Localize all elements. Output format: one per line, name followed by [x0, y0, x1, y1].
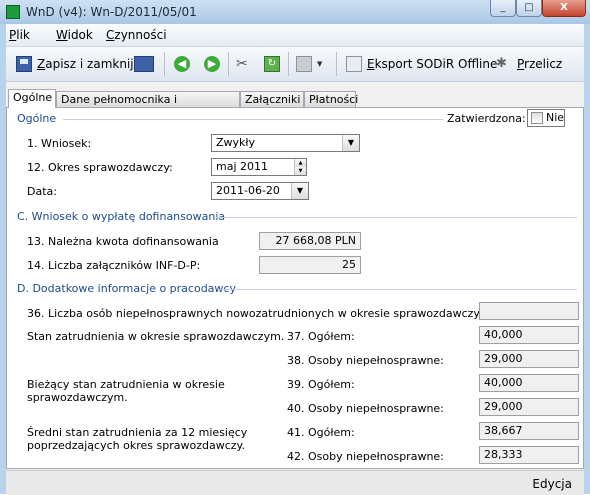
q36-field: [479, 302, 579, 320]
back-button[interactable]: ◀: [174, 54, 195, 74]
section-title-d: D. Dodatkowe informacje o pracodawcy: [17, 282, 236, 295]
recalculate-icon: ✱: [496, 56, 507, 71]
tab-zalaczniki[interactable]: Załączniki: [240, 91, 304, 107]
q40-label: 40. Osoby niepełnosprawne:: [287, 402, 444, 415]
q39-field: 40,000: [479, 374, 579, 392]
approved-label: Zatwierdzona:: [447, 112, 526, 125]
zalaczniki-label: 14. Liczba załączników INF-D-P:: [27, 259, 201, 272]
tab-platnosci[interactable]: Płatności: [304, 91, 358, 107]
tab-ogolne[interactable]: Ogólne: [8, 89, 56, 108]
sredni-label: Średni stan zatrudnienia za 12 miesięcy …: [27, 426, 248, 452]
biezacy-label: Bieżący stan zatrudnienia w okresie spra…: [27, 378, 225, 404]
wniosek-value: Zwykły: [216, 136, 256, 149]
app-icon: [6, 5, 20, 19]
toolbar: Zapisz i zamknij ◀ ▶ ✂ ↻ ▼ Eksport SODiR…: [6, 47, 584, 82]
kwota-label: 13. Należna kwota dofinansowania: [27, 235, 219, 248]
menu-czynnosci[interactable]: Czynności: [106, 28, 167, 42]
application-window: WnD (v4): Wn-D/2011/05/01 _ □ X Plik Wid…: [0, 0, 590, 495]
data-label: Data:: [27, 185, 57, 198]
q37-field: 40,000: [479, 326, 579, 344]
menu-widok[interactable]: Widok: [56, 28, 93, 42]
menu-bar: Plik Widok Czynności: [6, 24, 584, 47]
floppy-disk-icon: [16, 56, 32, 72]
approved-checkbox[interactable]: [531, 112, 543, 124]
toolbar-separator: [164, 52, 165, 76]
spin-down-icon[interactable]: ▼: [294, 167, 306, 175]
status-mode: Edycja: [532, 477, 572, 491]
wniosek-select[interactable]: Zwykły ▼: [211, 134, 360, 152]
q40-field: 29,000: [479, 398, 579, 416]
section-divider: [221, 289, 577, 290]
arrow-right-icon: ▶: [204, 56, 220, 72]
section-title-c: C. Wniosek o wypłatę dofinansowania: [17, 210, 226, 223]
chevron-down-icon[interactable]: ▼: [342, 135, 359, 151]
q41-label: 41. Ogółem:: [287, 426, 355, 439]
forward-button[interactable]: ▶: [204, 54, 225, 74]
q36-label: 36. Liczba osób niepełnosprawnych nowoza…: [27, 307, 495, 320]
arrow-left-icon: ◀: [174, 56, 190, 72]
refresh-button[interactable]: ↻: [264, 54, 285, 74]
kwota-field: 27 668,08 PLN: [259, 232, 361, 250]
export-icon: [346, 56, 362, 72]
spin-up-icon[interactable]: ▲: [294, 159, 306, 167]
okres-label: 12. Okres sprawozdawczy:: [27, 161, 173, 174]
save-button[interactable]: [134, 54, 159, 74]
q39-label: 39. Ogółem:: [287, 378, 355, 391]
approved-checkbox-frame[interactable]: Nie: [527, 109, 565, 127]
refresh-icon: ↻: [264, 56, 280, 72]
tab-dane-pelnomocnika[interactable]: Dane pełnomocnika i oświadczenia: [56, 91, 240, 121]
minimize-button[interactable]: _: [490, 0, 516, 17]
tab-strip: Ogólne Dane pełnomocnika i oświadczenia …: [6, 89, 584, 121]
title-bar[interactable]: WnD (v4): Wn-D/2011/05/01 _ □ X: [0, 0, 590, 24]
close-button[interactable]: X: [542, 0, 586, 17]
tab-panel-ogolne: Ogólne Zatwierdzona: Nie 1. Wniosek: Zwy…: [6, 107, 584, 469]
date-value: 2011-06-20: [216, 184, 280, 197]
print-dropdown-icon[interactable]: ▼: [317, 60, 322, 68]
zalaczniki-field: 25: [259, 256, 361, 274]
q41-field: 38,667: [479, 422, 579, 440]
export-sodir-button[interactable]: Eksport SODiR Offline: [346, 54, 497, 74]
print-button[interactable]: ▼: [296, 54, 322, 74]
okres-value: maj 2011: [216, 160, 269, 173]
printer-icon: [296, 56, 312, 72]
okres-stepper[interactable]: maj 2011 ▲ ▼: [211, 158, 307, 176]
section-divider: [215, 217, 577, 218]
section-divider: [63, 119, 443, 120]
recalculate-button[interactable]: ✱ Przelicz: [496, 54, 562, 74]
approved-value: Nie: [546, 111, 565, 124]
tools-button[interactable]: ✂: [236, 54, 257, 74]
q38-field: 29,000: [479, 350, 579, 368]
q42-label: 42. Osoby niepełnosprawne:: [287, 450, 444, 463]
maximize-button[interactable]: □: [516, 0, 542, 17]
save-and-close-button[interactable]: Zapisz i zamknij: [16, 54, 134, 74]
q37-label: 37. Ogółem:: [287, 330, 355, 343]
save-disk-icon: [134, 56, 154, 72]
section-title-general: Ogólne: [17, 112, 57, 125]
window-client-area: Plik Widok Czynności Zapisz i zamknij ◀ …: [6, 24, 584, 495]
chevron-down-icon[interactable]: ▼: [291, 183, 308, 199]
toolbar-separator: [336, 52, 337, 76]
menu-plik[interactable]: Plik: [9, 28, 30, 42]
toolbar-separator: [228, 52, 229, 76]
window-title: WnD (v4): Wn-D/2011/05/01: [26, 5, 197, 19]
date-picker[interactable]: 2011-06-20 ▼: [211, 182, 309, 200]
wniosek-label: 1. Wniosek:: [27, 137, 92, 150]
stan-label: Stan zatrudnienia w okresie sprawozdawcz…: [27, 330, 285, 343]
status-bar: Edycja: [6, 470, 584, 495]
q42-field: 28,333: [479, 446, 579, 464]
q38-label: 38. Osoby niepełnosprawne:: [287, 354, 444, 367]
tools-icon: ✂: [236, 56, 248, 72]
toolbar-separator: [288, 52, 289, 76]
